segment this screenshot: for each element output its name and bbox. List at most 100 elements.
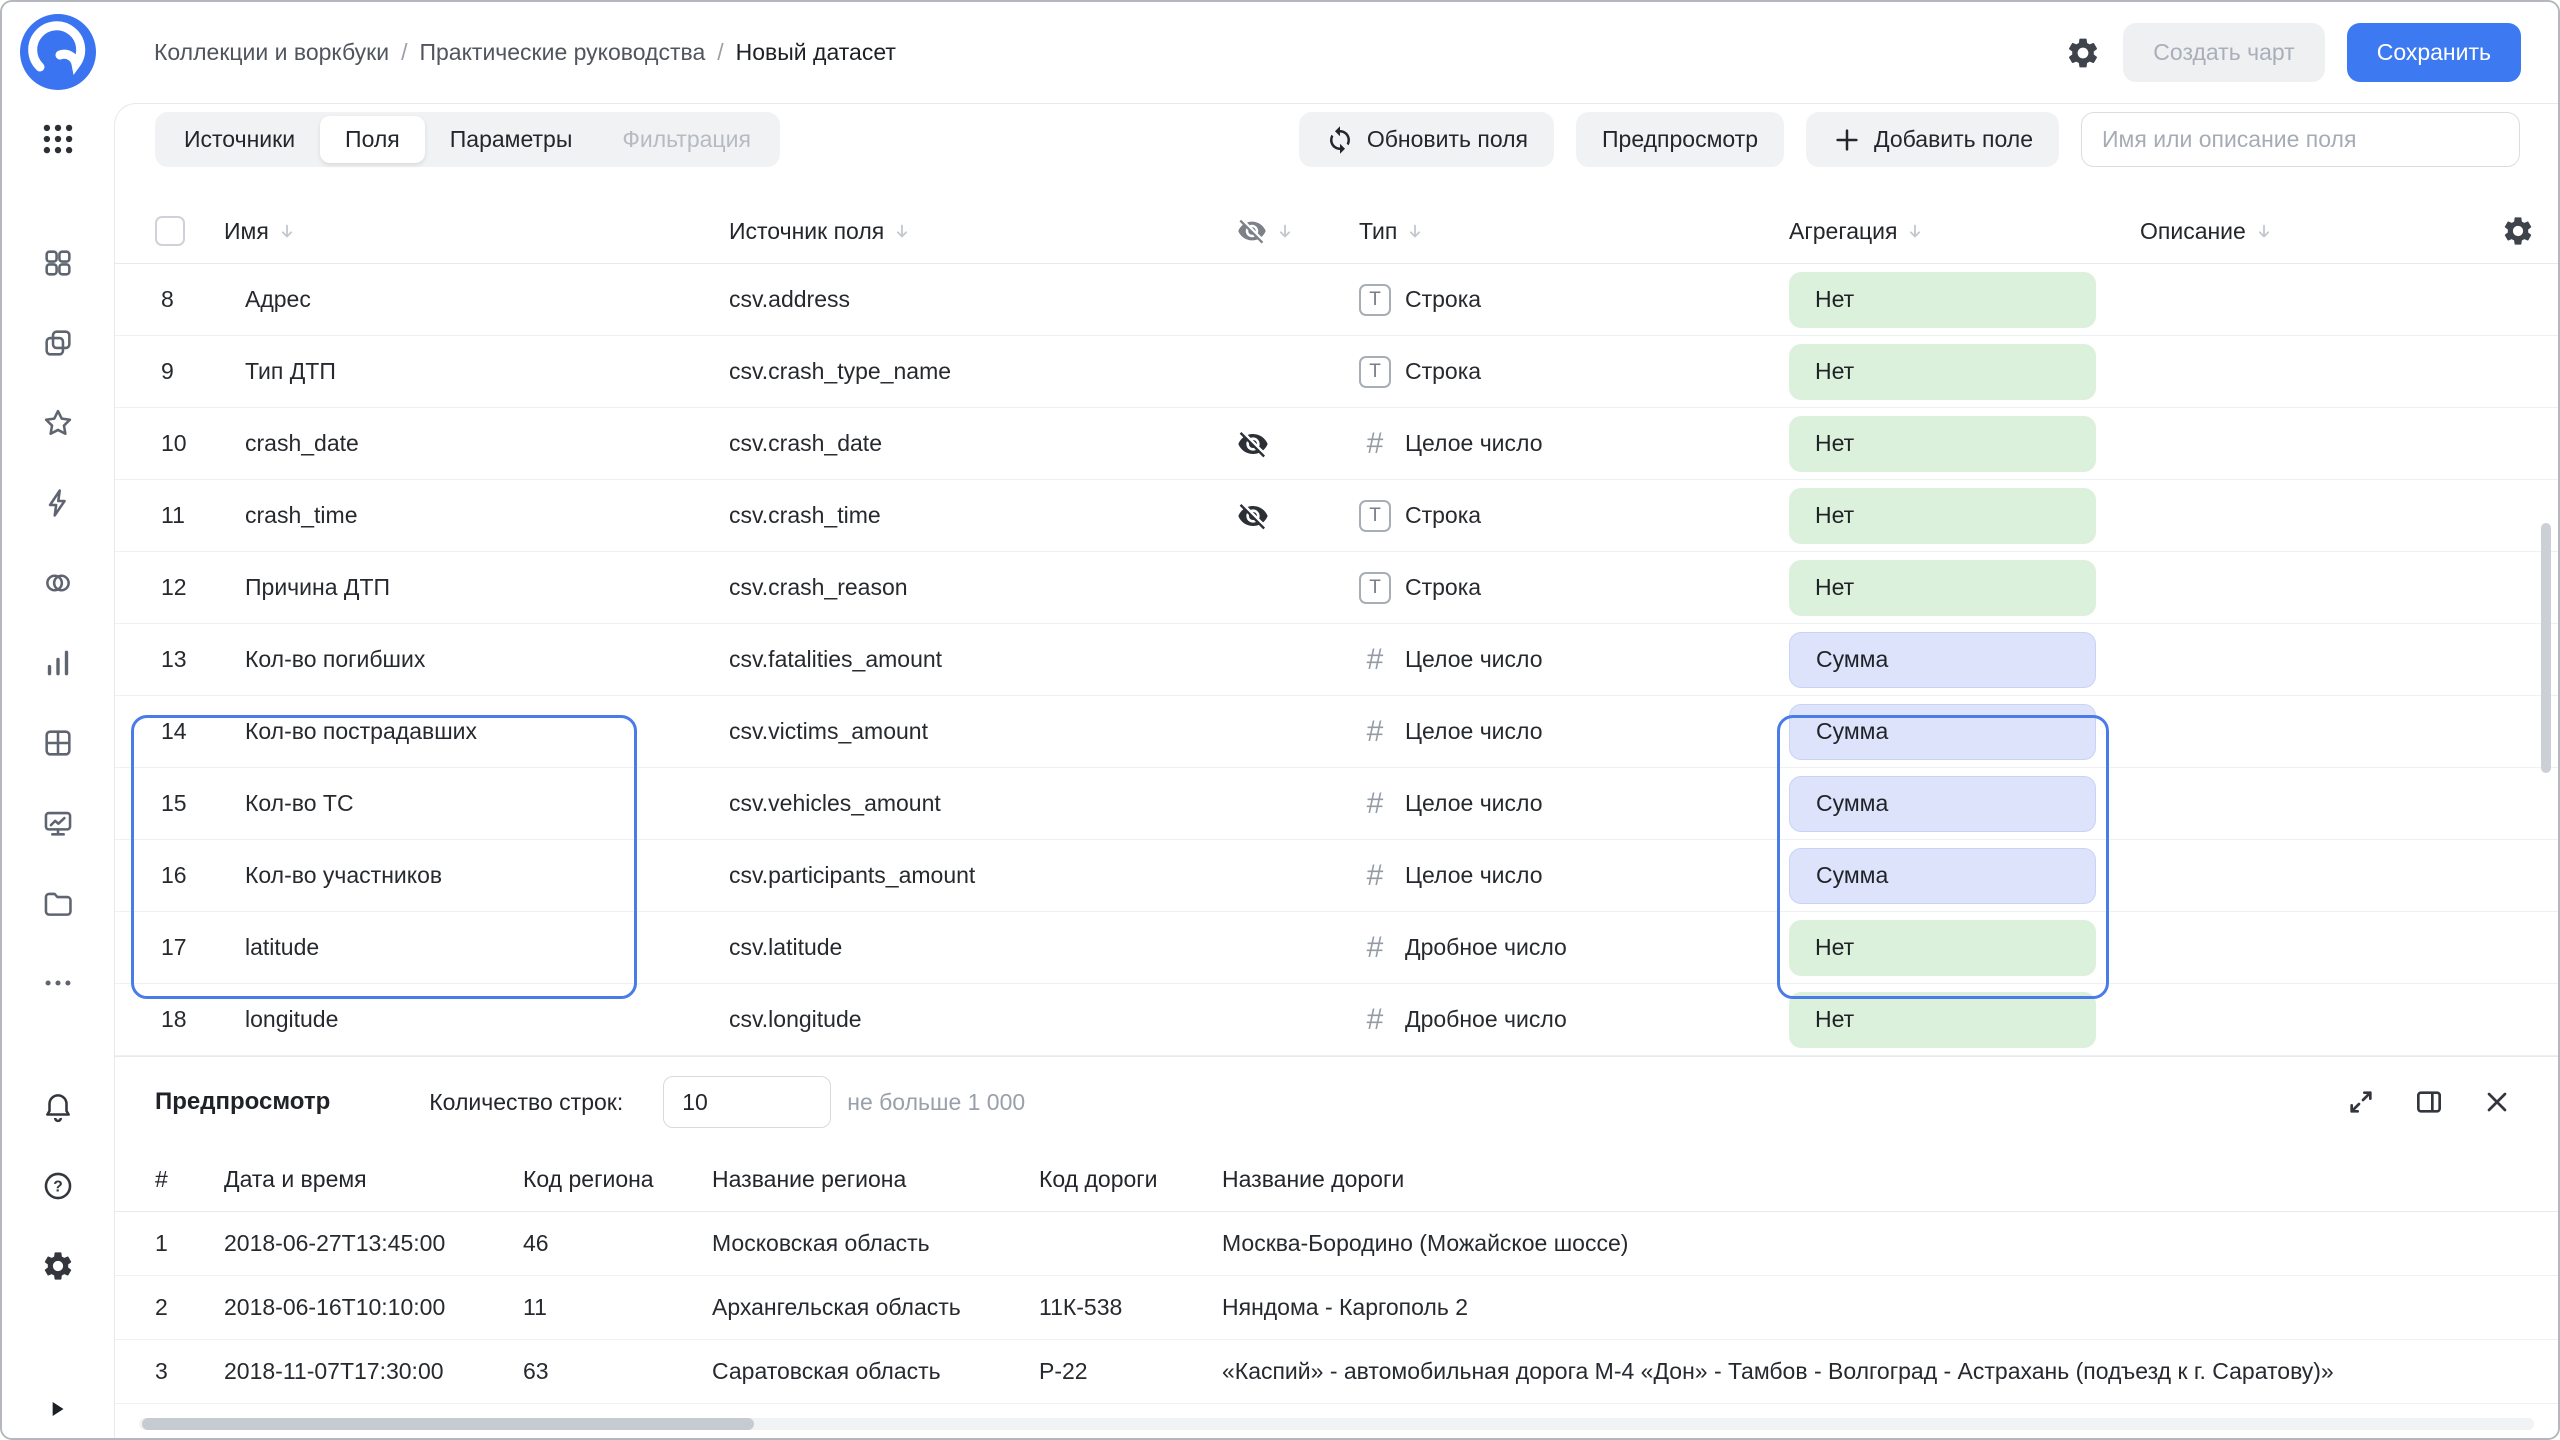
field-name: Кол-во участников	[245, 862, 729, 889]
field-row[interactable]: 13 Кол-во погибших csv.fatalities_amount…	[115, 624, 2558, 696]
breadcrumb-current: Новый датасет	[736, 39, 896, 66]
refresh-fields-button[interactable]: Обновить поля	[1299, 112, 1554, 167]
column-header-label: Описание	[2140, 218, 2246, 245]
aggregation-select[interactable]: Нет	[1789, 992, 2096, 1048]
column-header-visibility[interactable]	[1237, 216, 1359, 246]
help-button[interactable]: ?	[39, 1167, 77, 1205]
preview-column-header: #	[155, 1166, 224, 1193]
add-field-button[interactable]: Добавить поле	[1806, 112, 2059, 167]
field-type-label: Дробное число	[1405, 1006, 1567, 1033]
column-header-type[interactable]: Тип	[1359, 218, 1789, 245]
aggregation-select[interactable]: Сумма	[1789, 704, 2096, 760]
preview-cell-datetime: 2018-06-16T10:10:00	[224, 1294, 523, 1321]
breadcrumb-item[interactable]: Коллекции и воркбуки	[154, 39, 389, 66]
field-source: csv.longitude	[729, 1006, 1237, 1033]
aggregation-select[interactable]: Сумма	[1789, 632, 2096, 688]
horizontal-scrollbar-thumb[interactable]	[142, 1418, 754, 1430]
field-row[interactable]: 17 latitude csv.latitude # Дробное число	[115, 912, 2558, 984]
svg-text:?: ?	[53, 1179, 63, 1196]
tab-parameters[interactable]: Параметры	[425, 116, 598, 163]
type-icon: #	[1359, 644, 1391, 676]
field-type-label: Целое число	[1405, 430, 1543, 457]
field-row[interactable]: 18 longitude csv.longitude # Дробное чис…	[115, 984, 2558, 1056]
field-row[interactable]: 16 Кол-во участников csv.participants_am…	[115, 840, 2558, 912]
field-row[interactable]: 8 Адрес csv.address T Строка	[115, 264, 2558, 336]
notifications-button[interactable]	[39, 1087, 77, 1125]
sidebar-item-more[interactable]	[39, 964, 77, 1002]
sidebar-item-storage[interactable]	[39, 884, 77, 922]
field-row[interactable]: 12 Причина ДТП csv.crash_reason T Строка	[115, 552, 2558, 624]
apps-grid-icon[interactable]	[39, 120, 77, 158]
bar-chart-icon	[41, 646, 75, 680]
sidebar-item-datasets[interactable]	[39, 564, 77, 602]
aggregation-select[interactable]: Сумма	[1789, 848, 2096, 904]
aggregation-value: Сумма	[1816, 718, 1888, 745]
aggregation-select[interactable]: Нет	[1789, 344, 2096, 400]
add-field-label: Добавить поле	[1874, 126, 2033, 153]
column-header-source[interactable]: Источник поля	[729, 218, 1237, 245]
tab-filtering[interactable]: Фильтрация	[597, 116, 776, 163]
field-type-label: Целое число	[1405, 646, 1543, 673]
tab-sources[interactable]: Источники	[159, 116, 320, 163]
field-search-input[interactable]	[2081, 112, 2520, 167]
row-count-input[interactable]	[663, 1076, 831, 1128]
preview-cell-region: Архангельская область	[712, 1294, 1039, 1321]
field-row[interactable]: 11 crash_time csv.crash_time T Строка	[115, 480, 2558, 552]
sidebar-item-workbooks[interactable]	[39, 324, 77, 362]
field-type-label: Строка	[1405, 286, 1481, 313]
sort-down-icon	[1405, 221, 1425, 241]
aggregation-select[interactable]: Нет	[1789, 560, 2096, 616]
eye-off-icon[interactable]	[1237, 428, 1269, 460]
preview-toggle-button[interactable]: Предпросмотр	[1576, 112, 1784, 167]
preview-close-button[interactable]	[2481, 1086, 2513, 1118]
field-row[interactable]: 9 Тип ДТП csv.crash_type_name T Строка	[115, 336, 2558, 408]
sidebar-item-editor[interactable]	[39, 804, 77, 842]
field-row[interactable]: 10 crash_date csv.crash_date # Целое чис…	[115, 408, 2558, 480]
squares-grid-icon	[41, 246, 75, 280]
preview-cell-region-code: 46	[523, 1230, 712, 1257]
sidebar-item-favorites[interactable]	[39, 404, 77, 442]
create-chart-button[interactable]: Создать чарт	[2123, 23, 2324, 82]
settings-button[interactable]	[39, 1247, 77, 1285]
aggregation-select[interactable]: Нет	[1789, 488, 2096, 544]
row-number: 9	[155, 358, 245, 385]
save-button[interactable]: Сохранить	[2347, 23, 2521, 82]
type-icon: #	[1359, 860, 1391, 892]
column-header-aggregation[interactable]: Агрегация	[1789, 218, 2120, 245]
aggregation-select[interactable]: Нет	[1789, 416, 2096, 472]
field-name: crash_time	[245, 502, 729, 529]
eye-off-icon[interactable]	[1237, 500, 1269, 532]
sidebar-item-charts[interactable]	[39, 644, 77, 682]
column-header-description[interactable]: Описание	[2120, 218, 2483, 245]
aggregation-select[interactable]: Нет	[1789, 272, 2096, 328]
row-count-label: Количество строк:	[429, 1089, 623, 1116]
tab-fields[interactable]: Поля	[320, 116, 425, 163]
field-type-label: Строка	[1405, 502, 1481, 529]
column-header-name[interactable]: Имя	[224, 218, 729, 245]
dataset-settings-button[interactable]	[2065, 35, 2101, 71]
vertical-scrollbar[interactable]	[2541, 523, 2551, 773]
sort-down-icon	[277, 221, 297, 241]
type-icon: #	[1359, 716, 1391, 748]
lightning-icon	[41, 486, 75, 520]
sidebar-expand-button[interactable]	[44, 1396, 74, 1426]
field-row[interactable]: 14 Кол-во пострадавших csv.victims_amoun…	[115, 696, 2558, 768]
select-all-checkbox[interactable]	[155, 216, 185, 246]
table-settings-button[interactable]	[2501, 214, 2535, 248]
preview-column-header: Название дороги	[1222, 1166, 2539, 1193]
preview-cell-road-code: 11К-538	[1039, 1294, 1222, 1321]
datalens-logo[interactable]	[20, 14, 96, 90]
sidebar-item-dashboards[interactable]	[39, 724, 77, 762]
field-row[interactable]: 15 Кол-во ТС csv.vehicles_amount # Целое…	[115, 768, 2558, 840]
sidebar-item-connections[interactable]	[39, 484, 77, 522]
aggregation-select[interactable]: Сумма	[1789, 776, 2096, 832]
preview-layout-button[interactable]	[2413, 1086, 2445, 1118]
field-aggregation-cell: Нет	[1789, 344, 2120, 400]
table-icon	[41, 726, 75, 760]
preview-row: 1 2018-06-27T13:45:00 46 Московская обла…	[115, 1212, 2558, 1276]
breadcrumb-item[interactable]: Практические руководства	[419, 39, 705, 66]
sidebar-item-collections[interactable]	[39, 244, 77, 282]
play-icon	[44, 1396, 70, 1422]
aggregation-select[interactable]: Нет	[1789, 920, 2096, 976]
preview-expand-button[interactable]	[2345, 1086, 2377, 1118]
